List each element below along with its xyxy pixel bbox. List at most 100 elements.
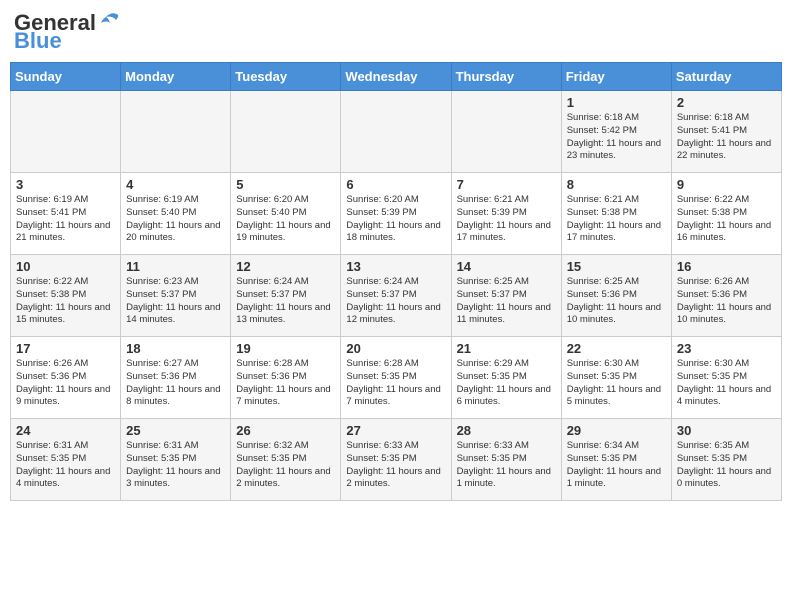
day-number: 2 (677, 95, 776, 110)
day-cell-30: 30Sunrise: 6:35 AM Sunset: 5:35 PM Dayli… (671, 419, 781, 501)
day-number: 26 (236, 423, 335, 438)
day-cell-23: 23 Sunrise: 6:30 AM Sunset: 5:35 PM Dayli… (671, 337, 781, 419)
week-row-5: 24 Sunrise: 6:31 AM Sunset: 5:35 PM Dayli… (11, 419, 782, 501)
day-info: Sunrise: 6:24 AM Sunset: 5:37 PM Dayligh… (236, 276, 335, 327)
day-cell-9: 9Sunrise: 6:22 AM Sunset: 5:38 PM Daylig… (671, 173, 781, 255)
day-info: Sunrise: 6:20 AM Sunset: 5:39 PM Dayligh… (346, 194, 445, 245)
day-cell-18: 18Sunrise: 6:27 AM Sunset: 5:36 PM Dayli… (121, 337, 231, 419)
day-number: 21 (457, 341, 556, 356)
day-info: Sunrise: 6:21 AM Sunset: 5:39 PM Dayligh… (457, 194, 556, 245)
day-cell-13: 13 Sunrise: 6:24 AM Sunset: 5:37 PM Dayli… (341, 255, 451, 337)
day-info: Sunrise: 6:25 AM Sunset: 5:37 PM Dayligh… (457, 276, 556, 327)
day-number: 5 (236, 177, 335, 192)
empty-cell (341, 91, 451, 173)
day-info: Sunrise: 6:30 AM Sunset: 5:35 PM Dayligh… (677, 358, 776, 409)
weekday-header-saturday: Saturday (671, 63, 781, 91)
weekday-header-tuesday: Tuesday (231, 63, 341, 91)
day-cell-29: 29 Sunrise: 6:34 AM Sunset: 5:35 PM Dayli… (561, 419, 671, 501)
day-number: 17 (16, 341, 115, 356)
day-info: Sunrise: 6:21 AM Sunset: 5:38 PM Dayligh… (567, 194, 666, 245)
day-cell-11: 11Sunrise: 6:23 AM Sunset: 5:37 PM Dayli… (121, 255, 231, 337)
day-cell-15: 15 Sunrise: 6:25 AM Sunset: 5:36 PM Dayli… (561, 255, 671, 337)
day-info: Sunrise: 6:31 AM Sunset: 5:35 PM Dayligh… (16, 440, 115, 491)
day-number: 19 (236, 341, 335, 356)
day-number: 28 (457, 423, 556, 438)
day-info: Sunrise: 6:26 AM Sunset: 5:36 PM Dayligh… (677, 276, 776, 327)
day-info: Sunrise: 6:18 AM Sunset: 5:41 PM Dayligh… (677, 112, 776, 163)
weekday-header-sunday: Sunday (11, 63, 121, 91)
week-row-2: 3 Sunrise: 6:19 AM Sunset: 5:41 PM Daylig… (11, 173, 782, 255)
day-cell-2: 2 Sunrise: 6:18 AM Sunset: 5:41 PM Daylig… (671, 91, 781, 173)
weekday-header-thursday: Thursday (451, 63, 561, 91)
day-info: Sunrise: 6:25 AM Sunset: 5:36 PM Dayligh… (567, 276, 666, 327)
day-number: 27 (346, 423, 445, 438)
day-info: Sunrise: 6:28 AM Sunset: 5:35 PM Dayligh… (346, 358, 445, 409)
page-header: General Blue (10, 10, 782, 54)
day-number: 30 (677, 423, 776, 438)
day-number: 23 (677, 341, 776, 356)
day-cell-28: 28 Sunrise: 6:33 AM Sunset: 5:35 PM Dayli… (451, 419, 561, 501)
empty-cell (11, 91, 121, 173)
day-number: 7 (457, 177, 556, 192)
day-number: 24 (16, 423, 115, 438)
weekday-header-row: SundayMondayTuesdayWednesdayThursdayFrid… (11, 63, 782, 91)
empty-cell (231, 91, 341, 173)
day-info: Sunrise: 6:26 AM Sunset: 5:36 PM Dayligh… (16, 358, 115, 409)
day-cell-21: 21Sunrise: 6:29 AM Sunset: 5:35 PM Dayli… (451, 337, 561, 419)
day-number: 6 (346, 177, 445, 192)
day-cell-22: 22 Sunrise: 6:30 AM Sunset: 5:35 PM Dayli… (561, 337, 671, 419)
day-cell-16: 16 Sunrise: 6:26 AM Sunset: 5:36 PM Dayli… (671, 255, 781, 337)
day-info: Sunrise: 6:24 AM Sunset: 5:37 PM Dayligh… (346, 276, 445, 327)
logo-bird-icon (98, 12, 120, 30)
day-info: Sunrise: 6:19 AM Sunset: 5:40 PM Dayligh… (126, 194, 225, 245)
day-number: 15 (567, 259, 666, 274)
day-info: Sunrise: 6:31 AM Sunset: 5:35 PM Dayligh… (126, 440, 225, 491)
day-info: Sunrise: 6:23 AM Sunset: 5:37 PM Dayligh… (126, 276, 225, 327)
day-number: 1 (567, 95, 666, 110)
day-info: Sunrise: 6:19 AM Sunset: 5:41 PM Dayligh… (16, 194, 115, 245)
day-info: Sunrise: 6:30 AM Sunset: 5:35 PM Dayligh… (567, 358, 666, 409)
day-cell-19: 19 Sunrise: 6:28 AM Sunset: 5:36 PM Dayli… (231, 337, 341, 419)
day-number: 13 (346, 259, 445, 274)
day-number: 12 (236, 259, 335, 274)
day-info: Sunrise: 6:33 AM Sunset: 5:35 PM Dayligh… (346, 440, 445, 491)
day-info: Sunrise: 6:32 AM Sunset: 5:35 PM Dayligh… (236, 440, 335, 491)
day-cell-25: 25 Sunrise: 6:31 AM Sunset: 5:35 PM Dayli… (121, 419, 231, 501)
day-number: 14 (457, 259, 556, 274)
day-cell-12: 12 Sunrise: 6:24 AM Sunset: 5:37 PM Dayli… (231, 255, 341, 337)
day-info: Sunrise: 6:22 AM Sunset: 5:38 PM Dayligh… (16, 276, 115, 327)
day-number: 16 (677, 259, 776, 274)
empty-cell (451, 91, 561, 173)
day-number: 29 (567, 423, 666, 438)
day-number: 22 (567, 341, 666, 356)
calendar-table: SundayMondayTuesdayWednesdayThursdayFrid… (10, 62, 782, 501)
weekday-header-monday: Monday (121, 63, 231, 91)
day-cell-3: 3 Sunrise: 6:19 AM Sunset: 5:41 PM Daylig… (11, 173, 121, 255)
day-cell-14: 14 Sunrise: 6:25 AM Sunset: 5:37 PM Dayli… (451, 255, 561, 337)
day-cell-1: 1 Sunrise: 6:18 AM Sunset: 5:42 PM Daylig… (561, 91, 671, 173)
day-info: Sunrise: 6:27 AM Sunset: 5:36 PM Dayligh… (126, 358, 225, 409)
day-cell-27: 27 Sunrise: 6:33 AM Sunset: 5:35 PM Dayli… (341, 419, 451, 501)
day-cell-20: 20 Sunrise: 6:28 AM Sunset: 5:35 PM Dayli… (341, 337, 451, 419)
day-cell-10: 10 Sunrise: 6:22 AM Sunset: 5:38 PM Dayli… (11, 255, 121, 337)
day-number: 20 (346, 341, 445, 356)
day-cell-8: 8 Sunrise: 6:21 AM Sunset: 5:38 PM Daylig… (561, 173, 671, 255)
day-number: 10 (16, 259, 115, 274)
day-info: Sunrise: 6:33 AM Sunset: 5:35 PM Dayligh… (457, 440, 556, 491)
day-cell-24: 24 Sunrise: 6:31 AM Sunset: 5:35 PM Dayli… (11, 419, 121, 501)
day-number: 8 (567, 177, 666, 192)
day-cell-4: 4 Sunrise: 6:19 AM Sunset: 5:40 PM Daylig… (121, 173, 231, 255)
week-row-3: 10 Sunrise: 6:22 AM Sunset: 5:38 PM Dayli… (11, 255, 782, 337)
day-number: 3 (16, 177, 115, 192)
day-info: Sunrise: 6:20 AM Sunset: 5:40 PM Dayligh… (236, 194, 335, 245)
day-number: 25 (126, 423, 225, 438)
day-info: Sunrise: 6:28 AM Sunset: 5:36 PM Dayligh… (236, 358, 335, 409)
weekday-header-wednesday: Wednesday (341, 63, 451, 91)
logo: General Blue (14, 10, 120, 54)
week-row-1: 1 Sunrise: 6:18 AM Sunset: 5:42 PM Daylig… (11, 91, 782, 173)
day-info: Sunrise: 6:22 AM Sunset: 5:38 PM Dayligh… (677, 194, 776, 245)
weekday-header-friday: Friday (561, 63, 671, 91)
day-info: Sunrise: 6:34 AM Sunset: 5:35 PM Dayligh… (567, 440, 666, 491)
day-number: 4 (126, 177, 225, 192)
day-info: Sunrise: 6:18 AM Sunset: 5:42 PM Dayligh… (567, 112, 666, 163)
